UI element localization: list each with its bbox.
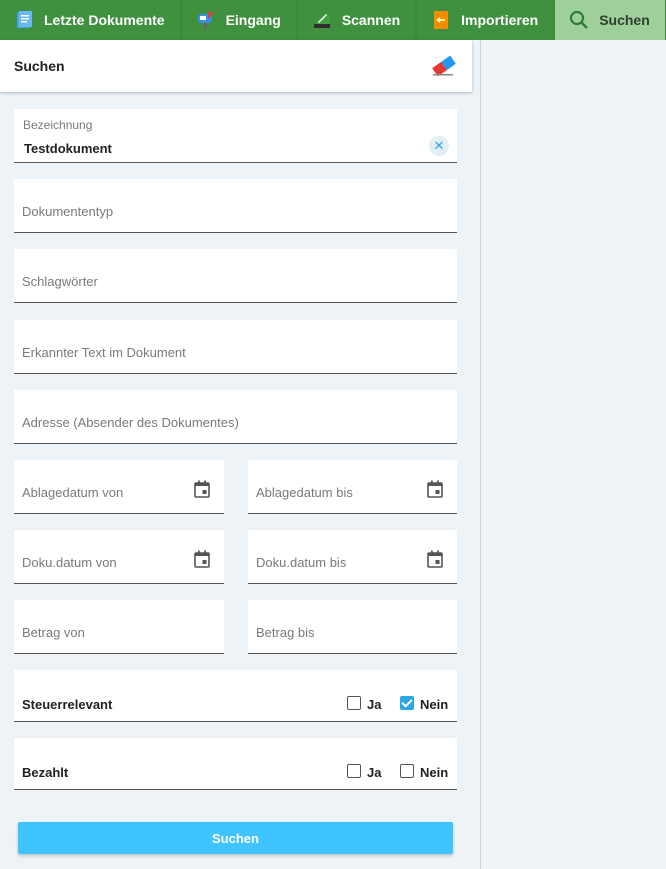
dokumententyp-placeholder: Dokumententyp xyxy=(22,204,114,219)
steuerrelevant-label: Steuerrelevant xyxy=(22,697,113,712)
steuerrelevant-ja-label: Ja xyxy=(367,697,382,712)
document-icon xyxy=(14,10,34,30)
tab-eingang[interactable]: Eingang xyxy=(181,0,296,40)
tab-bar: Letzte Dokumente Eingang Scannen Importi… xyxy=(0,0,666,40)
eraser-icon[interactable] xyxy=(430,54,458,78)
bezahlt-ja-checkbox[interactable] xyxy=(347,764,361,778)
dokudatum-bis-placeholder: Doku.datum bis xyxy=(256,555,347,570)
dokudatum-von-placeholder: Doku.datum von xyxy=(22,555,117,570)
betrag-von-placeholder: Betrag von xyxy=(22,625,85,640)
betrag-von-field[interactable]: Betrag von xyxy=(14,600,224,654)
bezahlt-nein-checkbox[interactable] xyxy=(400,764,414,778)
panel-header: Suchen xyxy=(0,40,472,92)
tab-scannen[interactable]: Scannen xyxy=(297,0,416,40)
ablagedatum-bis-field[interactable]: Ablagedatum bis xyxy=(248,460,457,514)
adresse-field[interactable]: Adresse (Absender des Dokumentes) xyxy=(14,390,457,444)
search-button[interactable]: Suchen xyxy=(18,822,453,854)
steuerrelevant-ja-checkbox[interactable] xyxy=(347,696,361,710)
bezeichnung-value: Testdokument xyxy=(24,141,112,156)
search-icon xyxy=(569,10,589,30)
erkannter-text-placeholder: Erkannter Text im Dokument xyxy=(22,345,186,360)
steuerrelevant-nein-label: Nein xyxy=(420,697,449,712)
betrag-bis-placeholder: Betrag bis xyxy=(256,625,315,640)
ablagedatum-bis-placeholder: Ablagedatum bis xyxy=(256,485,353,500)
schlagwoerter-placeholder: Schlagwörter xyxy=(22,274,98,289)
bezahlt-row: Bezahlt Ja Nein xyxy=(14,738,457,790)
steuerrelevant-row: Steuerrelevant Ja Nein xyxy=(14,670,457,722)
tab-label: Scannen xyxy=(341,12,401,28)
import-icon xyxy=(431,10,451,30)
betrag-bis-field[interactable]: Betrag bis xyxy=(248,600,457,654)
mailbox-icon xyxy=(196,10,216,30)
ablagedatum-von-placeholder: Ablagedatum von xyxy=(22,485,124,500)
bezahlt-ja-label: Ja xyxy=(367,765,382,780)
dokudatum-von-field[interactable]: Doku.datum von xyxy=(14,530,224,584)
tab-label: Letzte Dokumente xyxy=(44,12,165,28)
calendar-icon[interactable] xyxy=(194,550,210,568)
clear-icon[interactable]: ✕ xyxy=(429,136,449,156)
steuerrelevant-nein-checkbox[interactable] xyxy=(400,696,414,710)
bezeichnung-label: Bezeichnung xyxy=(23,118,93,132)
tab-label: Eingang xyxy=(225,12,281,28)
tab-importieren[interactable]: Importieren xyxy=(417,0,554,40)
tab-label: Importieren xyxy=(461,12,539,28)
calendar-icon[interactable] xyxy=(427,480,443,498)
calendar-icon[interactable] xyxy=(427,550,443,568)
bezeichnung-field[interactable]: Bezeichnung Testdokument ✕ xyxy=(14,109,457,163)
bezahlt-label: Bezahlt xyxy=(22,765,69,780)
tab-letzte-dokumente[interactable]: Letzte Dokumente xyxy=(0,0,180,40)
erkannter-text-field[interactable]: Erkannter Text im Dokument xyxy=(14,320,457,374)
panel-title: Suchen xyxy=(14,58,65,74)
dokudatum-bis-field[interactable]: Doku.datum bis xyxy=(248,530,457,584)
schlagwoerter-field[interactable]: Schlagwörter xyxy=(14,249,457,303)
results-area xyxy=(481,40,666,869)
dokumententyp-field[interactable]: Dokumententyp xyxy=(14,179,457,233)
ablagedatum-von-field[interactable]: Ablagedatum von xyxy=(14,460,224,514)
calendar-icon[interactable] xyxy=(194,480,210,498)
bezahlt-nein-label: Nein xyxy=(420,765,449,780)
scanner-icon xyxy=(312,10,332,30)
adresse-placeholder: Adresse (Absender des Dokumentes) xyxy=(22,415,239,430)
tab-label: Suchen xyxy=(599,12,650,28)
tab-suchen[interactable]: Suchen xyxy=(555,0,665,40)
